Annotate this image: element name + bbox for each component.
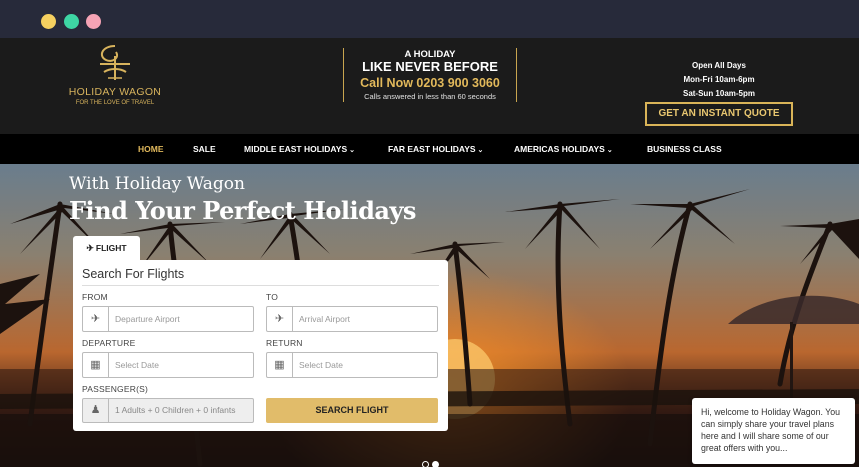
nav-item-sale[interactable]: SALE [193, 134, 216, 164]
phone-link[interactable]: Call Now 0203 900 3060 [344, 76, 516, 90]
departure-airport-placeholder: Departure Airport [115, 314, 180, 324]
passengers-value: 1 Adults + 0 Children + 0 infants [115, 405, 236, 415]
logo-tagline: FOR THE LOVE OF TRAVEL [75, 100, 155, 106]
form-divider [82, 285, 439, 286]
nav-label: BUSINESS CLASS [647, 144, 722, 154]
departure-date-field[interactable]: ▦ Select Date [82, 352, 254, 378]
nav-item-americas[interactable]: AMERICAS HOLIDAYS ⌄ [514, 134, 613, 164]
arrival-airport-field[interactable]: ✈ Arrival Airport [266, 306, 438, 332]
site-header: HOLIDAY WAGON FOR THE LOVE OF TRAVEL A H… [0, 38, 859, 134]
hours-line-2: Mon-Fri 10am-6pm [683, 75, 755, 84]
arrival-airport-placeholder: Arrival Airport [299, 314, 351, 324]
nav-label: FAR EAST HOLIDAYS [388, 144, 476, 154]
calendar-icon: ▦ [267, 353, 293, 377]
return-date-placeholder: Select Date [299, 360, 343, 370]
form-title: Search For Flights [82, 267, 185, 281]
user-icon: ♟ [83, 399, 109, 422]
nav-label: HOME [138, 144, 164, 154]
nav-label: AMERICAS HOLIDAYS [514, 144, 605, 154]
hero-subtitle: With Holiday Wagon [69, 174, 245, 194]
nav-item-home[interactable]: HOME [138, 134, 164, 164]
tab-flight[interactable]: ✈ FLIGHT [73, 236, 140, 260]
chat-popup[interactable]: Hi, welcome to Holiday Wagon. You can si… [692, 398, 855, 464]
passengers-field[interactable]: ♟ 1 Adults + 0 Children + 0 infants [82, 398, 254, 423]
opening-hours: Open All Days Mon-Fri 10am-6pm Sat-Sun 1… [640, 59, 798, 101]
departure-date-placeholder: Select Date [115, 360, 159, 370]
minimize-dot-icon[interactable] [41, 14, 56, 29]
tab-flight-label: FLIGHT [95, 243, 127, 253]
from-label: FROM [82, 292, 108, 302]
carousel-dot-1[interactable] [422, 461, 429, 467]
chevron-down-icon: ⌄ [349, 147, 355, 154]
carousel-pagination [422, 455, 442, 467]
logo-brand-text: HOLIDAY WAGON [68, 86, 162, 98]
hero-title: Find Your Perfect Holidays [69, 196, 416, 225]
maximize-dot-icon[interactable] [64, 14, 79, 29]
to-label: TO [266, 292, 279, 302]
nav-item-middle-east[interactable]: MIDDLE EAST HOLIDAYS ⌄ [244, 134, 355, 164]
departure-airport-field[interactable]: ✈ Departure Airport [82, 306, 254, 332]
hero-banner: With Holiday Wagon Find Your Perfect Hol… [0, 164, 859, 467]
site-logo[interactable]: HOLIDAY WAGON FOR THE LOVE OF TRAVEL [60, 42, 170, 128]
airplane-icon: ✈ [83, 307, 109, 331]
chevron-down-icon: ⌄ [477, 147, 484, 154]
nav-label: MIDDLE EAST HOLIDAYS [244, 144, 348, 154]
instant-quote-button[interactable]: GET AN INSTANT QUOTE [645, 102, 793, 126]
hours-line-3: Sat-Sun 10am-5pm [682, 89, 756, 98]
calendar-icon: ▦ [83, 353, 109, 377]
return-label: RETURN [266, 338, 303, 348]
close-dot-icon[interactable] [86, 14, 101, 29]
flight-search-form: Search For Flights FROM TO ✈ Departure A… [73, 260, 448, 431]
promo-note: Calls answered in less than 60 seconds [364, 92, 496, 101]
promo-box: A HOLIDAY LIKE NEVER BEFORE Call Now 020… [343, 48, 517, 102]
nav-item-far-east[interactable]: FAR EAST HOLIDAYS ⌄ [388, 134, 483, 164]
logo-emblem-icon [100, 45, 130, 80]
carousel-dot-2[interactable] [432, 461, 439, 467]
promo-line-2: LIKE NEVER BEFORE [362, 59, 498, 74]
passengers-label: PASSENGER(S) [82, 384, 149, 394]
airplane-icon: ✈ [86, 243, 94, 253]
return-date-field[interactable]: ▦ Select Date [266, 352, 438, 378]
window-titlebar [0, 0, 859, 38]
hours-line-1: Open All Days [692, 61, 746, 70]
airplane-icon: ✈ [267, 307, 293, 331]
nav-label: SALE [193, 144, 216, 154]
chevron-down-icon: ⌄ [606, 147, 613, 154]
departure-label: DEPARTURE [82, 338, 136, 348]
main-nav: HOME SALE MIDDLE EAST HOLIDAYS ⌄ FAR EAST… [0, 134, 859, 164]
search-flight-button[interactable]: SEARCH FLIGHT [266, 398, 438, 423]
nav-item-business-class[interactable]: BUSINESS CLASS [647, 134, 722, 164]
